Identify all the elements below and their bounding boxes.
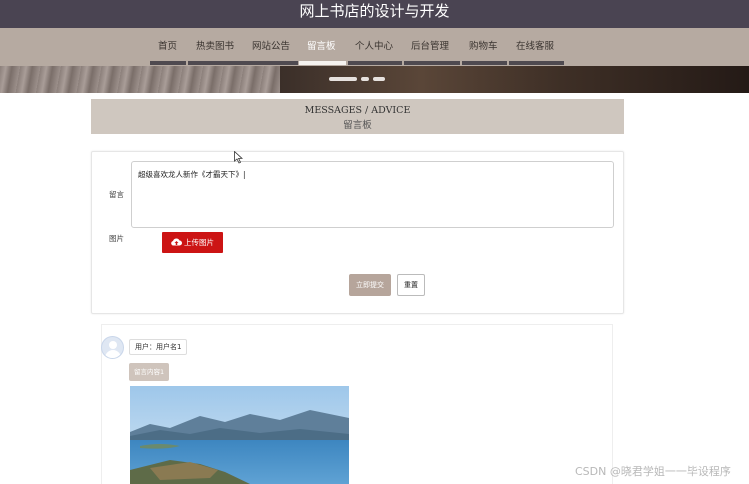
nav-underline [348,61,402,65]
image-label: 图片 [109,234,124,243]
watermark: CSDN @晓君学姐一一毕设程序 [575,465,731,478]
avatar-head-icon [109,341,117,349]
nav-underline [150,61,186,65]
nav-item-admin[interactable]: 后台管理 [411,38,449,52]
nav-underline-active [299,61,346,65]
upload-image-button[interactable]: 上传图片 [162,232,223,253]
comment-user: 用户：用户名1 [129,339,188,355]
section-header: MESSAGES / ADVICE 留言板 [91,99,624,134]
comment-photo [130,386,349,484]
nav-underline [509,61,564,65]
upload-image-label: 上传图片 [184,238,214,247]
site-title: 网上书店的设计与开发 [299,2,450,20]
section-title-cn: 留言板 [343,120,372,131]
nav-item-hot-books[interactable]: 热卖图书 [196,38,234,52]
submit-button[interactable]: 立即提交 [349,274,391,296]
nav-item-announcements[interactable]: 网站公告 [252,38,290,52]
comment-content: 留言内容1 [129,363,170,381]
section-title-en: MESSAGES / ADVICE [304,105,411,116]
mouse-cursor-icon [234,151,243,164]
nav-item-cart[interactable]: 购物车 [469,38,498,52]
cloud-upload-icon [171,238,182,246]
banner-carousel[interactable] [0,66,749,93]
user-avatar [101,336,124,359]
nav-item-personal-center[interactable]: 个人中心 [355,38,393,52]
nav-underline [188,61,298,65]
banner-image-left [0,66,280,93]
nav-underline [404,61,460,65]
nav-item-message-board[interactable]: 留言板 [307,38,336,52]
page: 网上书店的设计与开发 首页 热卖图书 网站公告 留言板 个人中心 后台管理 购物… [0,0,749,484]
message-text: 超级喜欢龙人新作《才霸天下》 [138,170,243,179]
message-label: 留言 [109,190,124,199]
nav-item-online-service[interactable]: 在线客服 [516,38,554,52]
lake-landscape-image [130,386,349,484]
carousel-dot[interactable] [361,77,369,81]
nav-underline [462,61,507,65]
nav-item-home[interactable]: 首页 [158,38,177,52]
avatar-body-icon [105,350,121,358]
text-caret: | [243,170,246,179]
message-textarea[interactable]: 超级喜欢龙人新作《才霸天下》| [131,161,614,228]
carousel-dot-active[interactable] [329,77,357,81]
site-title-bar: 网上书店的设计与开发 [0,0,749,28]
reset-button[interactable]: 重置 [397,274,425,296]
carousel-dot[interactable] [373,77,385,81]
